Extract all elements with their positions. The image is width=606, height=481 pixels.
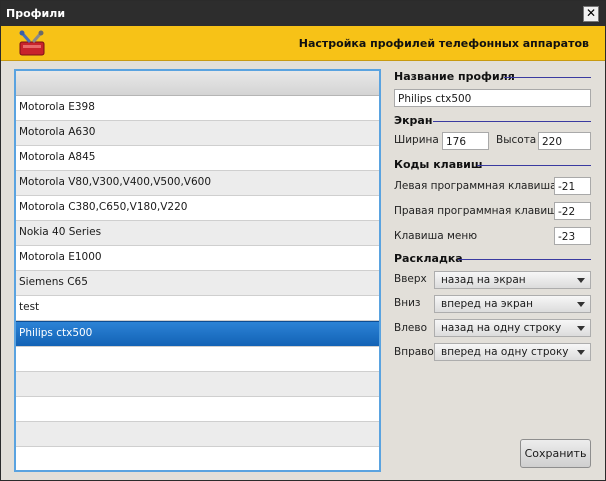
menu-key-label: Клавиша меню: [394, 230, 478, 242]
title-bar[interactable]: Профили ✕: [1, 1, 605, 26]
down-action-select[interactable]: вперед на экран: [434, 295, 591, 313]
profiles-window: Профили ✕ Настройка профилей телефонных …: [0, 0, 606, 481]
section-divider: [433, 121, 591, 122]
left-label: Влево: [394, 322, 427, 334]
profile-list-item[interactable]: Motorola C380,C650,V180,V220: [16, 196, 379, 221]
profile-list-item[interactable]: Motorola E1000: [16, 246, 379, 271]
profile-list-item[interactable]: [16, 447, 379, 470]
right-soft-key-input[interactable]: -22: [554, 202, 591, 220]
up-label: Вверх: [394, 273, 427, 285]
profile-list-item[interactable]: Motorola V80,V300,V400,V500,V600: [16, 171, 379, 196]
profile-list-item[interactable]: [16, 347, 379, 372]
profile-list-item[interactable]: [16, 422, 379, 447]
profile-list-item[interactable]: Siemens C65: [16, 271, 379, 296]
header-banner: Настройка профилей телефонных аппаратов: [1, 26, 605, 61]
section-screen: Экран: [394, 114, 433, 127]
close-button[interactable]: ✕: [583, 6, 599, 22]
profile-list-item[interactable]: [16, 372, 379, 397]
height-label: Высота: [496, 134, 537, 146]
dropdown-arrow-icon: [577, 302, 585, 307]
right-action-select[interactable]: вперед на одну строку: [434, 343, 591, 361]
down-label: Вниз: [394, 297, 421, 309]
section-key-codes: Коды клавиш: [394, 158, 483, 171]
menu-key-input[interactable]: -23: [554, 227, 591, 245]
right-action-value: вперед на одну строку: [441, 346, 569, 358]
profile-name-input[interactable]: Philips ctx500: [394, 89, 591, 107]
profile-list-header: [16, 71, 379, 96]
dropdown-arrow-icon: [577, 350, 585, 355]
height-input[interactable]: 220: [538, 132, 591, 150]
profile-list-item[interactable]: Motorola A845: [16, 146, 379, 171]
profile-list-item[interactable]: Motorola A630: [16, 121, 379, 146]
section-divider: [504, 77, 591, 78]
right-soft-key-label: Правая программная клавиша: [394, 205, 564, 217]
left-action-value: назад на одну строку: [441, 322, 562, 334]
banner-title: Настройка профилей телефонных аппаратов: [298, 37, 589, 50]
profile-list-item[interactable]: test: [16, 296, 379, 321]
up-action-value: назад на экран: [441, 274, 526, 286]
down-action-value: вперед на экран: [441, 298, 533, 310]
profile-list-item-selected[interactable]: Philips ctx500: [16, 321, 379, 347]
left-soft-key-label: Левая программная клавиша: [394, 180, 557, 192]
profile-tools-icon: [19, 30, 45, 56]
profile-list-item[interactable]: Motorola E398: [16, 96, 379, 121]
right-label: Вправо: [394, 346, 434, 358]
section-profile-name: Название профиля: [394, 70, 515, 83]
left-action-select[interactable]: назад на одну строку: [434, 319, 591, 337]
profile-list-item[interactable]: Nokia 40 Series: [16, 221, 379, 246]
dropdown-arrow-icon: [577, 278, 585, 283]
save-button[interactable]: Сохранить: [520, 439, 591, 468]
profile-list[interactable]: Motorola E398 Motorola A630 Motorola A845 M…: [14, 69, 381, 472]
section-divider: [458, 259, 591, 260]
section-layout: Раскладка: [394, 252, 463, 265]
up-action-select[interactable]: назад на экран: [434, 271, 591, 289]
width-label: Ширина: [394, 134, 439, 146]
section-divider: [477, 165, 591, 166]
window-title: Профили: [6, 7, 66, 20]
left-soft-key-input[interactable]: -21: [554, 177, 591, 195]
width-input[interactable]: 176: [442, 132, 489, 150]
dropdown-arrow-icon: [577, 326, 585, 331]
profile-list-item[interactable]: [16, 397, 379, 422]
